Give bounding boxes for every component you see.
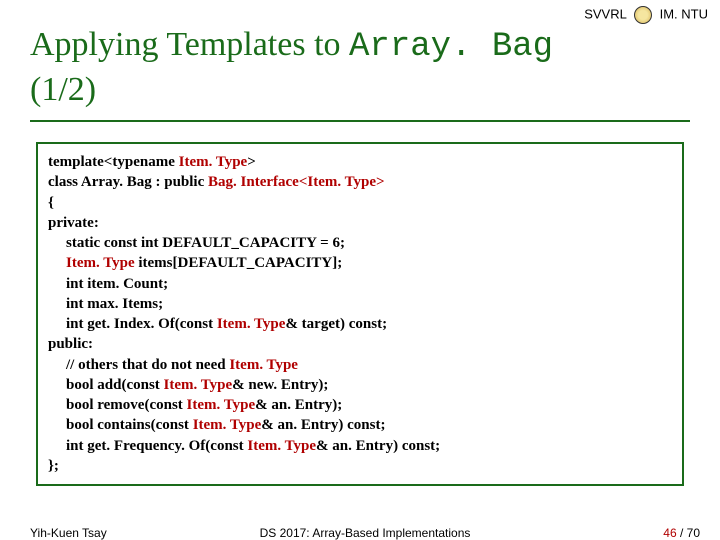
slide-title: Applying Templates to Array. Bag (1/2)	[30, 24, 690, 111]
code-line: int max. Items;	[48, 294, 672, 314]
code-line: int item. Count;	[48, 274, 672, 294]
org-name: IM. NTU	[660, 6, 708, 21]
code-line: bool add(const Item. Type& new. Entry);	[48, 375, 672, 395]
ntu-logo-icon	[634, 6, 652, 24]
lab-name: SVVRL	[584, 6, 626, 21]
footer-page: 46 / 70	[663, 526, 700, 540]
code-line: int get. Frequency. Of(const Item. Type&…	[48, 436, 672, 456]
code-line: private:	[48, 213, 672, 233]
title-suffix: (1/2)	[30, 71, 96, 108]
title-underline	[30, 120, 690, 122]
code-line: };	[48, 456, 672, 476]
code-line: // others that do not need Item. Type	[48, 355, 672, 375]
title-prefix: Applying Templates to	[30, 26, 349, 63]
page-total: 70	[687, 526, 700, 540]
footer-course: DS 2017: Array-Based Implementations	[30, 526, 700, 540]
title-mono: Array. Bag	[349, 28, 553, 66]
code-line: class Array. Bag : public Bag. Interface…	[48, 172, 672, 192]
code-block: template<typename Item. Type> class Arra…	[36, 142, 684, 486]
header-affiliation: SVVRL IM. NTU	[0, 6, 720, 24]
code-line: int get. Index. Of(const Item. Type& tar…	[48, 314, 672, 334]
code-line: {	[48, 193, 672, 213]
code-line: bool remove(const Item. Type& an. Entry)…	[48, 395, 672, 415]
code-line: public:	[48, 334, 672, 354]
code-line: bool contains(const Item. Type& an. Entr…	[48, 415, 672, 435]
code-line: template<typename Item. Type>	[48, 152, 672, 172]
page-current: 46	[663, 526, 676, 540]
code-line: Item. Type items[DEFAULT_CAPACITY];	[48, 253, 672, 273]
code-line: static const int DEFAULT_CAPACITY = 6;	[48, 233, 672, 253]
